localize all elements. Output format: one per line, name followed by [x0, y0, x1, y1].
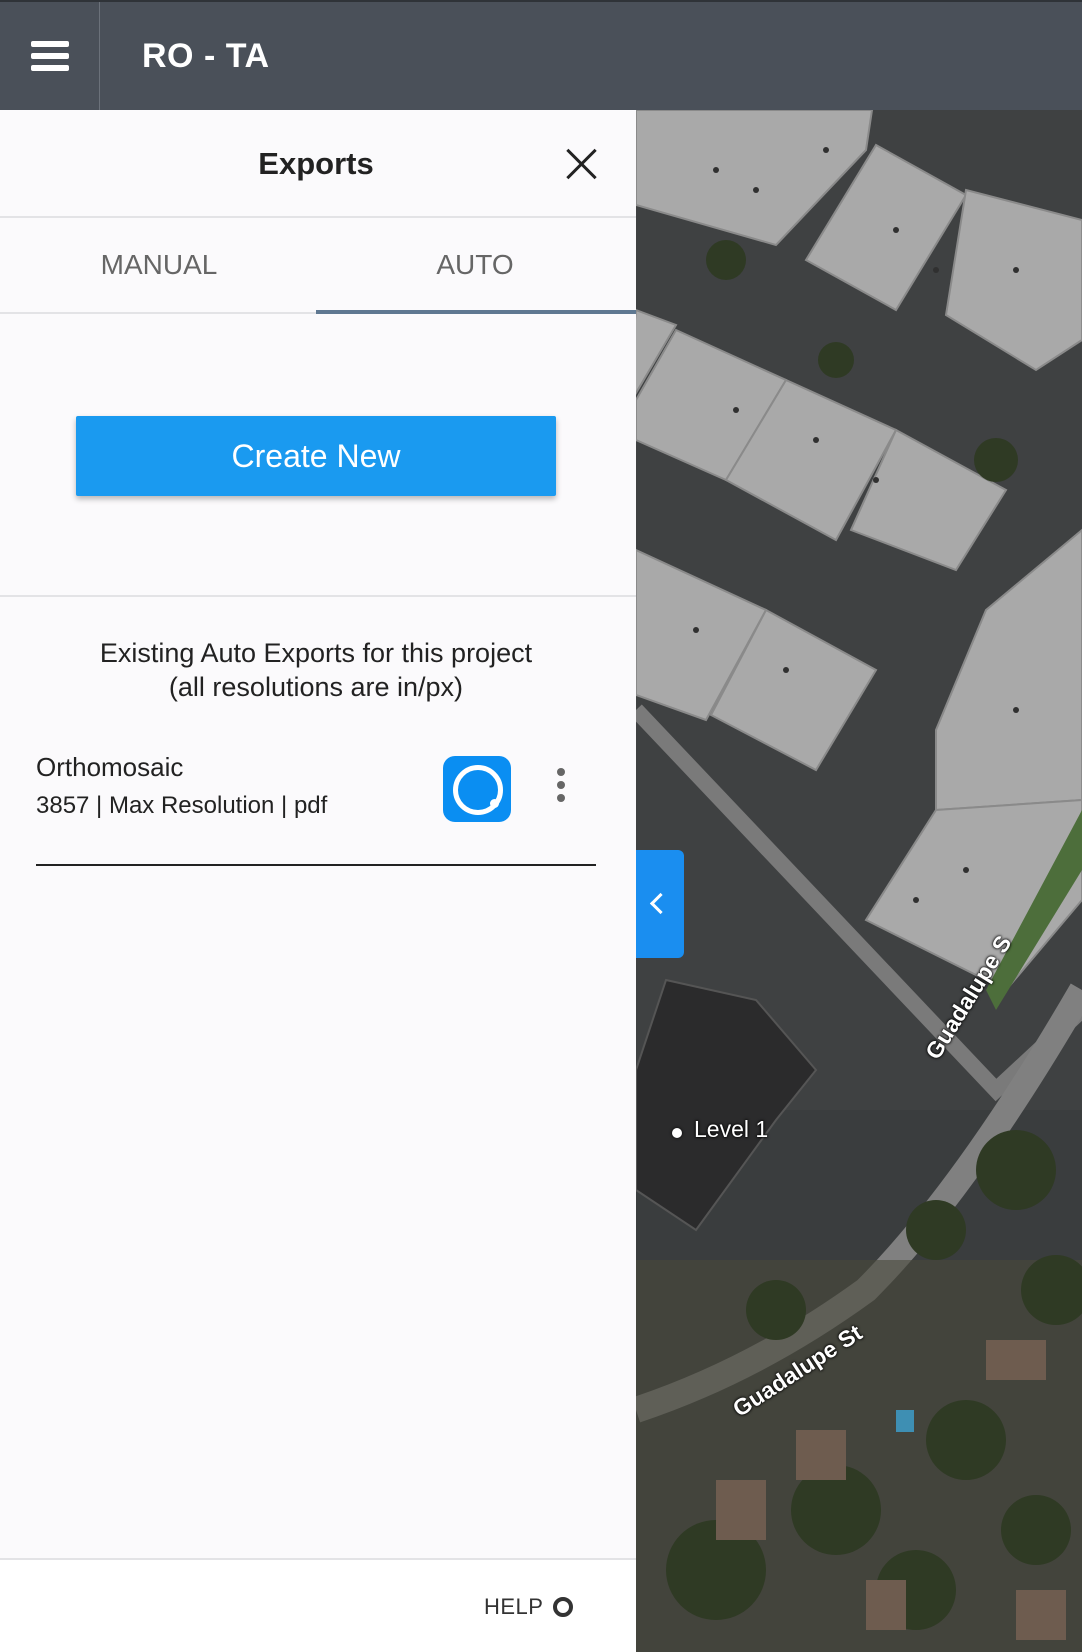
app-integration-icon[interactable] — [443, 756, 511, 822]
tab-auto-label: AUTO — [436, 249, 514, 280]
existing-exports-heading-line1: Existing Auto Exports for this project — [99, 638, 533, 668]
help-link[interactable]: HELP — [484, 1594, 574, 1620]
lifebuoy-icon — [553, 1597, 574, 1617]
help-label: HELP — [484, 1594, 544, 1619]
hamburger-menu-button[interactable] — [0, 2, 100, 110]
tab-auto[interactable]: AUTO — [316, 218, 636, 314]
section-divider — [0, 595, 636, 597]
panel-title: Exports — [258, 146, 374, 181]
tab-manual[interactable]: MANUAL — [0, 218, 318, 312]
level-marker-icon — [672, 1128, 682, 1138]
top-bar: RO - TA — [0, 0, 1082, 110]
panel-header: Exports — [0, 110, 636, 218]
satellite-map[interactable]: Level 1 Guadalupe S Guadalupe St — [636, 110, 1082, 1652]
existing-exports-heading: Existing Auto Exports for this project (… — [0, 636, 632, 704]
create-new-button[interactable]: Create New — [76, 416, 556, 496]
chevron-left-icon — [649, 892, 672, 915]
export-name: Orthomosaic — [36, 752, 184, 782]
collapse-panel-button[interactable] — [636, 850, 684, 958]
export-list-item: Orthomosaic 3857 | Max Resolution | pdf — [36, 740, 596, 866]
hamburger-menu-icon — [30, 41, 69, 71]
map-imagery — [636, 110, 1082, 1652]
existing-exports-heading-line2: (all resolutions are in/px) — [168, 672, 464, 702]
project-title: RO - TA — [142, 37, 270, 75]
active-tab-indicator — [316, 310, 636, 314]
export-tabs: MANUAL AUTO — [0, 218, 636, 314]
export-meta: 3857 | Max Resolution | pdf — [36, 792, 328, 819]
exports-panel: Exports MANUAL AUTO Create New Existing … — [0, 110, 636, 1652]
close-icon[interactable] — [564, 146, 600, 182]
map-label-level: Level 1 — [694, 1116, 769, 1142]
panel-footer: HELP — [0, 1558, 636, 1652]
more-vertical-icon[interactable] — [552, 766, 568, 806]
